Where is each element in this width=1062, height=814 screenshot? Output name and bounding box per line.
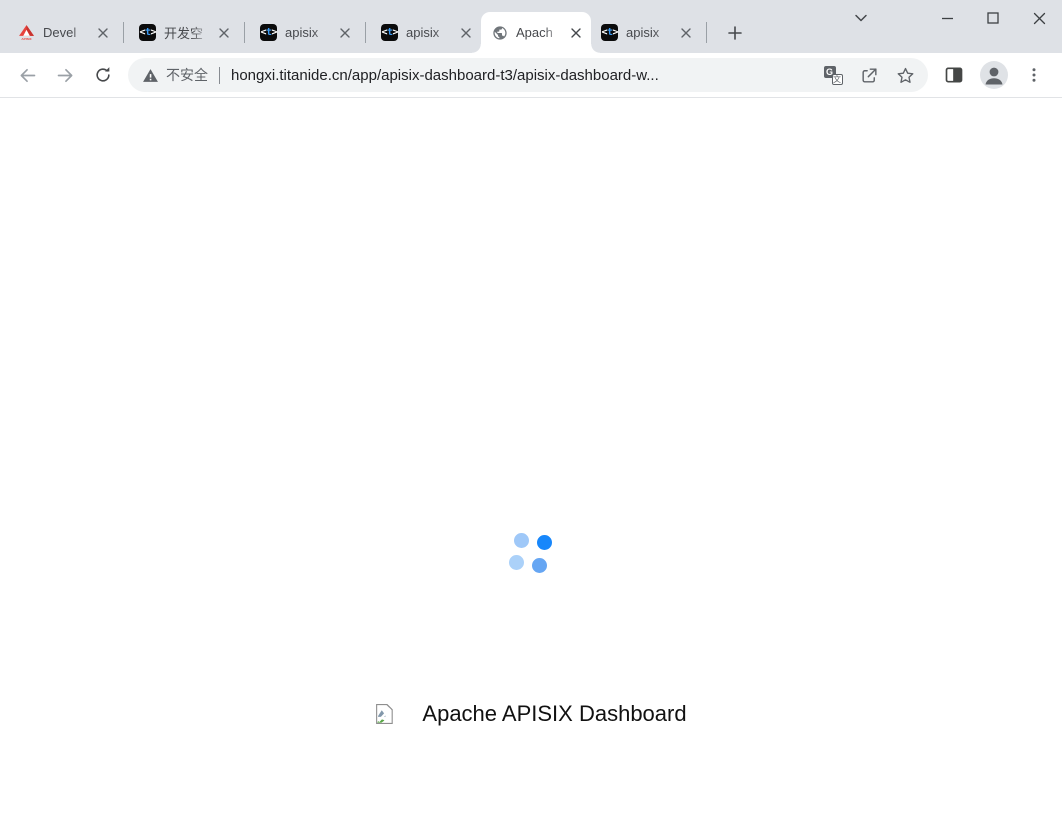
new-tab-button[interactable] [721,19,749,47]
apisix-logo-icon: APISIX [18,24,35,41]
spinner-dot [532,558,547,573]
minimize-button[interactable] [924,5,970,31]
tab-separator [123,22,124,43]
spinner-dot [537,535,552,550]
tab-kaifa[interactable]: <t> 开发空 [129,12,239,53]
tab-devel[interactable]: APISIX Devel [8,12,118,53]
tab-separator [706,22,707,43]
tab-separator [244,22,245,43]
profile-avatar-button[interactable] [977,58,1011,92]
bookmark-star-button[interactable] [892,62,918,88]
tab-title: apisix [406,25,457,40]
broken-image-icon [375,704,393,724]
maximize-button[interactable] [970,5,1016,31]
tab-close-icon[interactable] [677,24,695,42]
browser-window: APISIX Devel <t> 开发空 [0,0,1062,814]
spinner-dot [514,533,529,548]
tab-title: Devel [43,25,94,40]
omnibox-separator [219,67,220,84]
tab-close-icon[interactable] [457,24,475,42]
url-text[interactable]: hongxi.titanide.cn/app/apisix-dashboard-… [231,67,810,84]
tab-strip: APISIX Devel <t> 开发空 [0,0,1062,53]
not-secure-warning-icon [142,67,159,84]
side-panel-button[interactable] [937,58,971,92]
tab-apisix-1[interactable]: <t> apisix [250,12,360,53]
browser-toolbar: 不安全 hongxi.titanide.cn/app/apisix-dashbo… [0,53,1062,97]
avatar-icon [980,61,1008,89]
tab-close-icon[interactable] [94,24,112,42]
titanide-icon: <t> [260,24,277,41]
spinner-dot [509,555,524,570]
tab-apisix-3[interactable]: <t> apisix [591,12,701,53]
tabs-container: APISIX Devel <t> 开发空 [8,12,749,53]
back-button[interactable] [10,58,44,92]
dashboard-loading-footer: Apache APISIX Dashboard [375,701,686,727]
translate-button[interactable]: G 文 [820,62,846,88]
tab-title: Apach [516,25,567,40]
page-content: Apache APISIX Dashboard [0,98,1062,814]
tab-close-icon[interactable] [336,24,354,42]
window-controls [924,5,1062,31]
tab-title: apisix [626,25,677,40]
dashboard-title: Apache APISIX Dashboard [422,701,686,727]
tab-apisix-2[interactable]: <t> apisix [371,12,481,53]
tab-separator [365,22,366,43]
security-label: 不安全 [166,65,208,85]
reload-button[interactable] [86,58,120,92]
titanide-icon: <t> [139,24,156,41]
share-button[interactable] [856,62,882,88]
tab-close-icon[interactable] [567,24,585,42]
forward-button[interactable] [48,58,82,92]
tab-title: 开发空 [164,23,215,42]
tab-title: apisix [285,25,336,40]
tab-apache-active[interactable]: Apach [481,12,591,53]
browser-menu-button[interactable] [1017,58,1051,92]
address-bar[interactable]: 不安全 hongxi.titanide.cn/app/apisix-dashbo… [128,58,928,92]
titanide-icon: <t> [381,24,398,41]
titanide-icon: <t> [601,24,618,41]
translate-icon: G 文 [824,66,843,85]
svg-text:APISIX: APISIX [21,37,32,41]
close-window-button[interactable] [1016,5,1062,31]
globe-icon [491,24,508,41]
tab-search-button[interactable] [845,5,877,31]
tab-close-icon[interactable] [215,24,233,42]
